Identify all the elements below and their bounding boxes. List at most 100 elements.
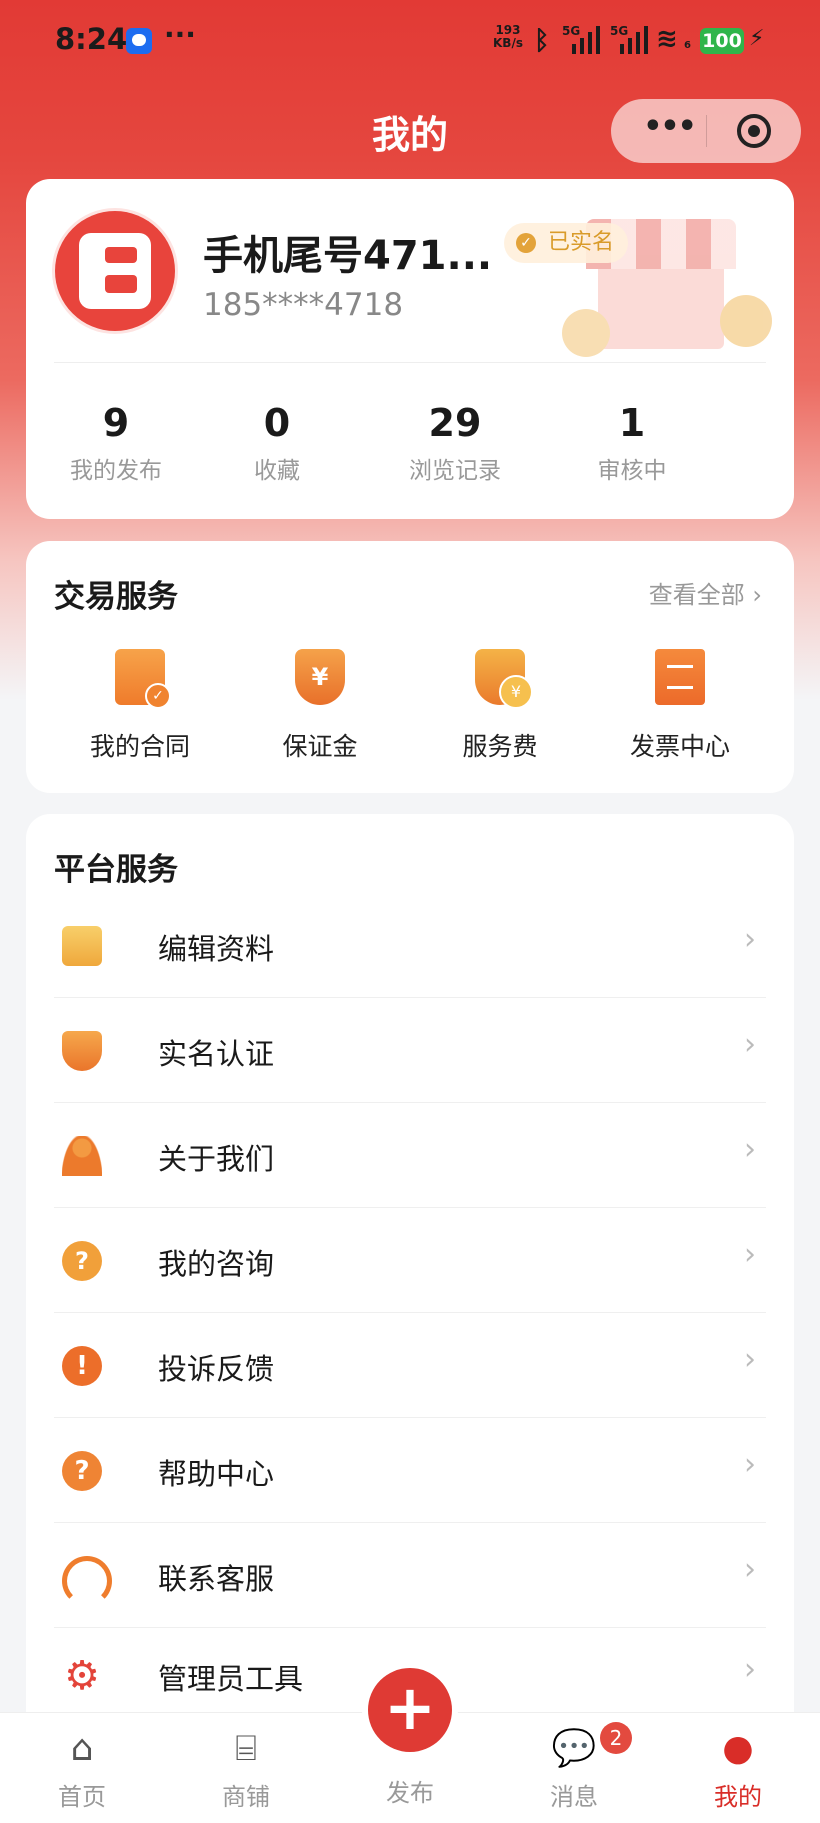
chevron-right-icon: › <box>744 1552 756 1587</box>
help-icon: ? <box>62 1451 102 1491</box>
tile-my-contract[interactable]: 我的合同 <box>50 649 230 763</box>
chevron-right-icon: › <box>744 1342 756 1377</box>
net-speed-unit: KB/s <box>493 36 523 50</box>
menu-item-label: 联系客服 <box>158 1562 275 1596</box>
profile-card: 手机尾号471... ✓ 已实名 185****4718 9 我的发布 0 收藏… <box>26 179 794 519</box>
tab-label: 消息 <box>550 1783 598 1811</box>
tab-label: 商铺 <box>222 1783 270 1811</box>
menu-item-label: 实名认证 <box>158 1037 275 1071</box>
platform-services-title: 平台服务 <box>54 852 178 888</box>
tile-deposit[interactable]: ¥ 保证金 <box>230 649 410 763</box>
trade-services-title: 交易服务 <box>54 579 178 615</box>
net-speed: 193 KB/s <box>493 24 523 50</box>
tab-publish[interactable]: 发布 <box>350 1773 470 1808</box>
profile-divider <box>54 362 766 363</box>
more-menu-button[interactable]: ••• <box>639 109 699 144</box>
tab-mine[interactable]: ● 我的 <box>678 1723 798 1812</box>
chevron-right-icon: › <box>744 1027 756 1062</box>
home-icon: ⌂ <box>70 1728 94 1769</box>
stat-label: 收藏 <box>254 458 300 484</box>
verified-badge: ✓ 已实名 <box>504 223 629 263</box>
view-all-link[interactable]: 查看全部 › <box>649 575 762 610</box>
charging-icon: ⚡ <box>749 26 765 51</box>
chevron-right-icon: › <box>744 1652 756 1687</box>
battery-icon: 100 <box>700 28 744 54</box>
wifi-icon: ≋ <box>656 24 678 54</box>
status-more: ··· <box>164 18 196 51</box>
stat-value: 1 <box>618 401 646 445</box>
edit-profile-icon <box>62 926 102 966</box>
verified-check-icon: ✓ <box>516 233 536 253</box>
stat-my-posts[interactable]: 9 我的发布 <box>26 401 206 485</box>
row-divider <box>54 1102 766 1103</box>
close-miniprogram-icon[interactable] <box>737 114 771 148</box>
tile-label: 发票中心 <box>629 732 730 761</box>
tab-label: 我的 <box>714 1783 762 1811</box>
tile-label: 服务费 <box>462 732 538 761</box>
signal-1-icon <box>568 22 608 56</box>
stat-history[interactable]: 29 浏览记录 <box>365 401 545 485</box>
deposit-shield-icon: ¥ <box>295 649 345 705</box>
row-divider <box>54 1417 766 1418</box>
menu-item-about-us[interactable]: 关于我们 › <box>54 1104 766 1208</box>
user-icon: ● <box>722 1728 754 1769</box>
publish-plus-button[interactable]: + <box>368 1668 452 1752</box>
service-fee-icon <box>475 649 533 709</box>
stat-label: 审核中 <box>597 458 667 484</box>
row-divider <box>54 1522 766 1523</box>
menu-item-edit-profile[interactable]: 编辑资料 › <box>54 894 766 998</box>
status-bar: 8:24 ··· 193 KB/s ᛒ 5G 5G ≋ 6 100 ⚡ <box>0 0 820 84</box>
stat-label: 我的发布 <box>70 458 162 484</box>
status-time: 8:24 <box>55 22 128 56</box>
menu-item-complaint-feedback[interactable]: ! 投诉反馈 › <box>54 1314 766 1418</box>
shop-icon: ⌸ <box>235 1728 257 1769</box>
stat-value: 0 <box>263 401 291 445</box>
miniprogram-capsule: ••• <box>611 99 801 163</box>
row-divider <box>54 1207 766 1208</box>
verify-shield-icon <box>62 1031 102 1071</box>
menu-item-help-center[interactable]: ? 帮助中心 › <box>54 1419 766 1523</box>
tab-label: 首页 <box>58 1783 106 1811</box>
consult-bubble-icon: ? <box>62 1241 102 1281</box>
chevron-right-icon: › <box>744 1447 756 1482</box>
chevron-right-icon: › <box>744 922 756 957</box>
tab-label: 发布 <box>386 1779 434 1807</box>
menu-item-label: 编辑资料 <box>158 932 275 966</box>
tile-label: 保证金 <box>282 732 358 761</box>
menu-item-my-consultation[interactable]: ? 我的咨询 › <box>54 1209 766 1313</box>
menu-item-real-name-verify[interactable]: 实名认证 › <box>54 999 766 1103</box>
stat-under-review[interactable]: 1 审核中 <box>542 401 722 485</box>
signal-2-icon <box>616 22 656 56</box>
complaint-icon: ! <box>62 1346 102 1386</box>
plus-icon: + <box>384 1671 436 1744</box>
user-phone: 185****4718 <box>203 287 404 323</box>
row-divider <box>54 1312 766 1313</box>
gear-icon: ⚙ <box>64 1653 100 1699</box>
headset-icon <box>62 1556 112 1606</box>
contract-icon <box>115 649 171 709</box>
tile-service-fee[interactable]: 服务费 <box>410 649 590 763</box>
capsule-divider <box>706 115 707 147</box>
menu-item-label: 关于我们 <box>158 1142 275 1176</box>
trade-services-card: 交易服务 查看全部 › 我的合同 ¥ 保证金 服务费 发票中心 <box>26 541 794 793</box>
stat-favorites[interactable]: 0 收藏 <box>187 401 367 485</box>
tab-home[interactable]: ⌂ 首页 <box>22 1723 142 1812</box>
menu-item-contact-support[interactable]: 联系客服 › <box>54 1524 766 1628</box>
user-name[interactable]: 手机尾号471... <box>203 223 492 281</box>
message-badge: 2 <box>600 1722 632 1754</box>
app-notification-icon <box>126 28 152 54</box>
bluetooth-icon: ᛒ <box>534 26 550 56</box>
avatar[interactable] <box>55 211 175 331</box>
menu-item-label: 帮助中心 <box>158 1457 275 1491</box>
invoice-icon <box>655 649 705 705</box>
wifi-badge: 6 <box>684 40 691 51</box>
menu-item-label: 投诉反馈 <box>158 1352 275 1386</box>
stat-label: 浏览记录 <box>409 458 501 484</box>
menu-item-label: 我的咨询 <box>158 1247 275 1281</box>
stat-value: 9 <box>102 401 130 445</box>
stat-value: 29 <box>428 401 482 445</box>
tile-invoice-center[interactable]: 发票中心 <box>590 649 770 763</box>
tab-shop[interactable]: ⌸ 商铺 <box>186 1723 306 1812</box>
menu-item-label: 管理员工具 <box>158 1662 304 1696</box>
tile-label: 我的合同 <box>89 732 190 761</box>
